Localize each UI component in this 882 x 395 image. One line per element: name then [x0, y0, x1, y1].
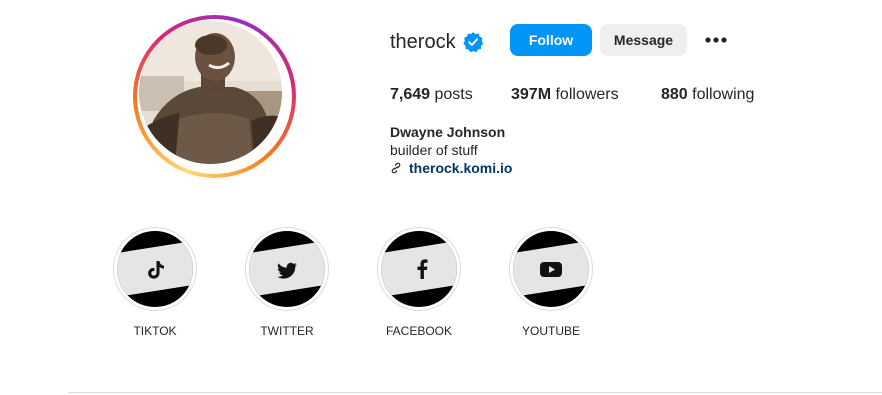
verified-badge-icon — [463, 32, 484, 53]
highlight-cover — [117, 231, 193, 307]
message-button[interactable]: Message — [600, 24, 687, 56]
highlight-label: TWITTER — [260, 324, 314, 338]
highlight-facebook[interactable]: FACEBOOK — [377, 227, 461, 342]
highlight-label: FACEBOOK — [385, 324, 453, 338]
highlight-cover — [513, 231, 589, 307]
highlight-label: YOUTUBE — [521, 324, 580, 338]
following-count: 880 — [661, 86, 688, 103]
more-options-icon[interactable] — [700, 28, 732, 52]
followers-count: 397M — [511, 86, 552, 103]
highlight-twitter[interactable]: TWITTER — [245, 227, 329, 342]
followers-label: followers — [555, 86, 619, 103]
avatar[interactable] — [139, 21, 282, 164]
posts-stat[interactable]: 7,649 posts — [390, 85, 473, 105]
section-divider — [68, 392, 882, 393]
full-name: Dwayne Johnson — [390, 124, 506, 140]
avatar-story-ring[interactable] — [133, 15, 296, 178]
bio-text: builder of stuff — [390, 142, 478, 158]
posts-count: 7,649 — [390, 86, 431, 103]
youtube-icon — [540, 262, 562, 277]
highlight-label: TIKTOK — [133, 324, 177, 338]
highlight-youtube[interactable]: YOUTUBE — [509, 227, 593, 342]
following-label: following — [692, 86, 755, 103]
username: therock — [390, 31, 456, 53]
posts-label: posts — [434, 86, 473, 103]
highlight-tiktok[interactable]: TIKTOK — [113, 227, 197, 342]
profile-page: therock Follow Message 7,649 posts 397M … — [0, 0, 882, 395]
highlight-cover — [249, 231, 325, 307]
following-stat[interactable]: 880 following — [661, 85, 754, 105]
link-text: therock.komi.io — [409, 160, 513, 176]
followers-stat[interactable]: 397M followers — [511, 85, 619, 105]
profile-photo — [139, 21, 282, 164]
highlight-cover — [381, 231, 457, 307]
follow-button[interactable]: Follow — [510, 24, 592, 56]
link-icon — [391, 162, 401, 174]
